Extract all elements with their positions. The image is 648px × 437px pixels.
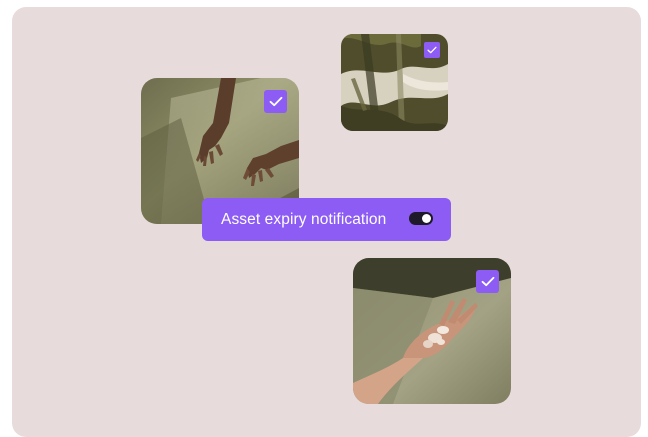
notification-label: Asset expiry notification bbox=[221, 210, 387, 228]
petals-photo-checkbox[interactable] bbox=[476, 270, 499, 293]
checkmark-icon bbox=[481, 276, 494, 287]
fabric-photo-checkbox[interactable] bbox=[424, 42, 440, 58]
checkmark-icon bbox=[427, 46, 437, 54]
asset-expiry-notification[interactable]: Asset expiry notification bbox=[202, 198, 451, 241]
toggle-knob[interactable] bbox=[422, 214, 431, 223]
notification-toggle[interactable] bbox=[409, 212, 433, 225]
checkmark-icon bbox=[269, 96, 282, 107]
fabric-photo[interactable] bbox=[341, 34, 448, 131]
hands-photo-checkbox[interactable] bbox=[264, 90, 287, 113]
petals-photo[interactable] bbox=[353, 258, 511, 404]
